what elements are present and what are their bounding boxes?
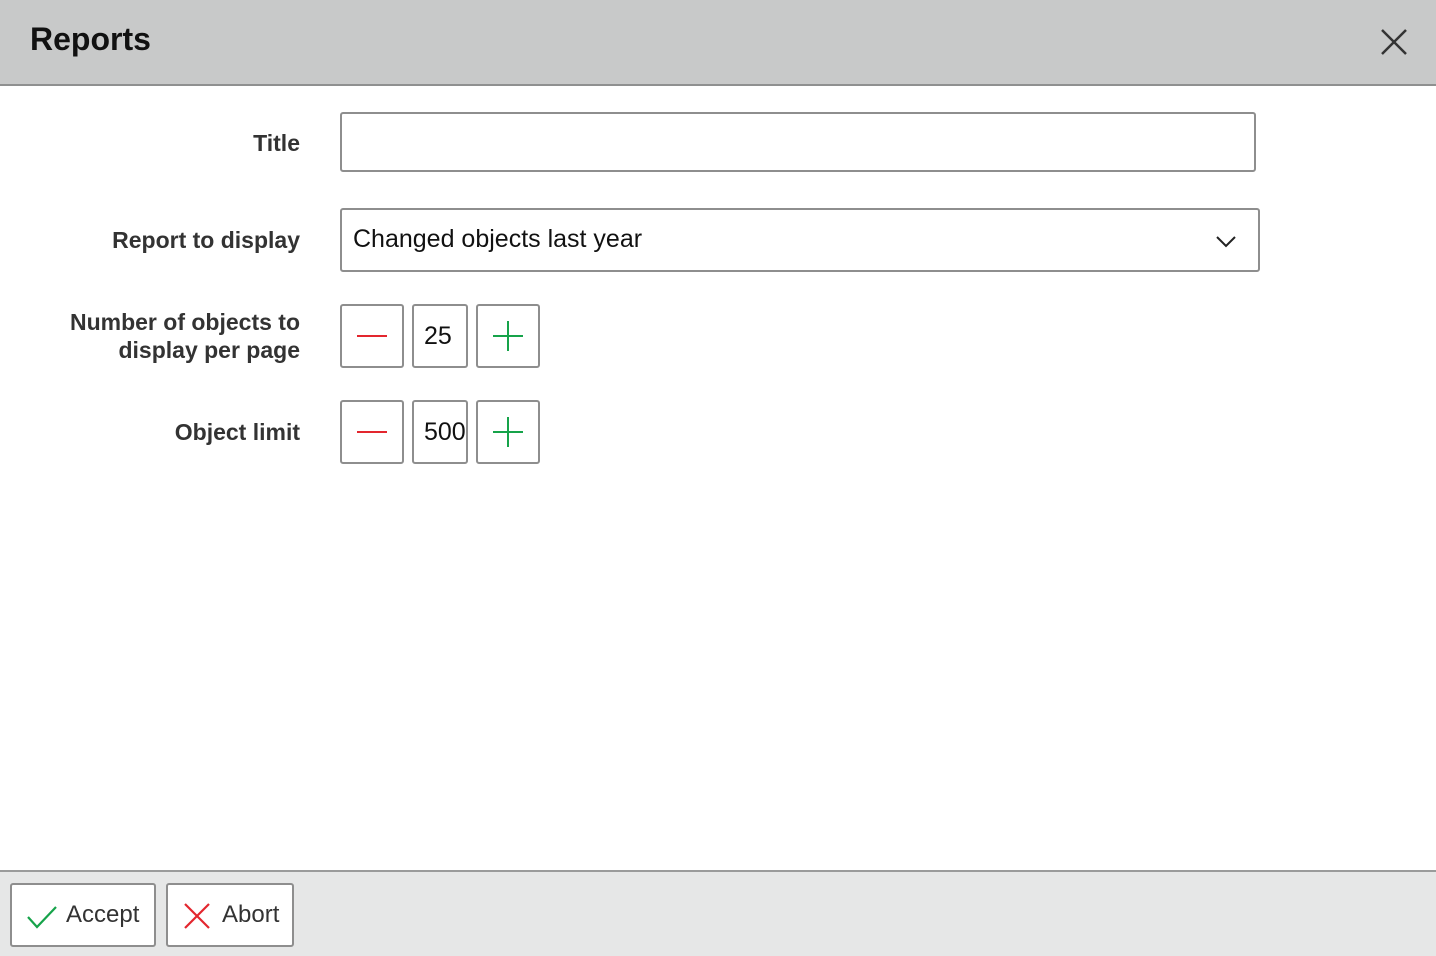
abort-button[interactable]: Abort: [166, 883, 294, 947]
objects-per-page-increment-button[interactable]: [476, 304, 540, 368]
x-icon: [184, 903, 210, 929]
objects-per-page-value[interactable]: 25: [412, 304, 468, 368]
objects-per-page-label-line2: display per page: [118, 337, 300, 363]
plus-icon: [493, 321, 523, 351]
accept-label: Accept: [66, 901, 140, 928]
report-select-value: Changed objects last year: [353, 225, 643, 253]
title-label: Title: [253, 130, 300, 156]
minus-icon: [357, 335, 387, 337]
close-button[interactable]: [1372, 20, 1416, 64]
report-label: Report to display: [112, 227, 300, 253]
object-limit-row: Object limit 500: [0, 400, 1436, 464]
close-icon: [1381, 29, 1407, 55]
object-limit-increment-button[interactable]: [476, 400, 540, 464]
minus-icon: [357, 431, 387, 433]
dialog-footer: Accept Abort: [0, 870, 1436, 956]
object-limit-label: Object limit: [174, 419, 300, 445]
object-limit-value[interactable]: 500: [412, 400, 468, 464]
title-input[interactable]: [340, 112, 1256, 172]
title-row: Title: [0, 112, 1436, 176]
plus-icon: [493, 417, 523, 447]
report-row: Report to display Changed objects last y…: [0, 208, 1436, 272]
dialog-header: Reports: [0, 0, 1436, 86]
dialog-title: Reports: [30, 21, 151, 57]
objects-per-page-row: Number of objects to display per page 25: [0, 304, 1436, 368]
reports-dialog: Reports Title Report to display Changed …: [0, 0, 1436, 956]
object-limit-decrement-button[interactable]: [340, 400, 404, 464]
accept-button[interactable]: Accept: [10, 883, 156, 947]
objects-per-page-label: Number of objects to display per page: [70, 308, 300, 364]
report-select[interactable]: Changed objects last year: [340, 208, 1260, 272]
chevron-down-icon: [1216, 236, 1236, 248]
objects-per-page-label-line1: Number of objects to: [69, 309, 300, 335]
abort-label: Abort: [222, 901, 280, 928]
objects-per-page-decrement-button[interactable]: [340, 304, 404, 368]
checkmark-icon: [27, 906, 57, 929]
